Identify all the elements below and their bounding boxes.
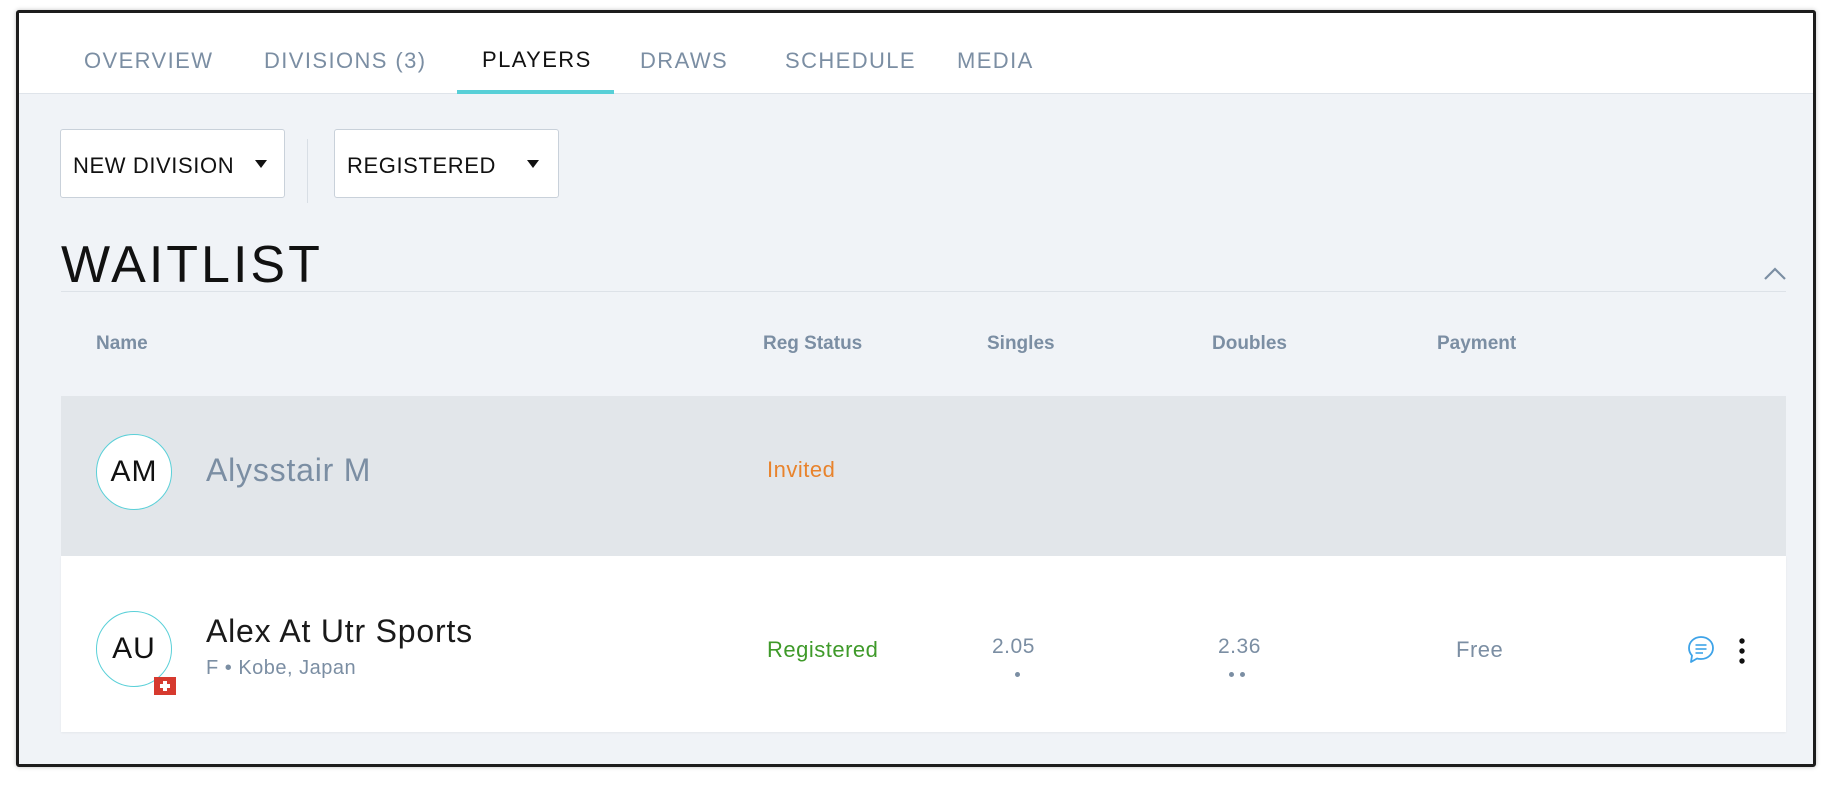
column-header-name[interactable]: Name: [96, 333, 148, 355]
payment-status: Free: [1456, 637, 1504, 662]
status-select-value: REGISTERED: [347, 153, 497, 178]
reg-status: Registered: [767, 637, 879, 662]
column-header-doubles[interactable]: Doubles: [1212, 333, 1287, 355]
tab-draws[interactable]: DRAWS: [640, 48, 728, 74]
tab-players[interactable]: PLAYERS: [482, 47, 592, 73]
player-details: F • Kobe, Japan: [206, 657, 357, 679]
tab-bar: OVERVIEW DIVISIONS (3) PLAYERS DRAWS SCH…: [19, 13, 1813, 94]
active-tab-indicator: [457, 90, 614, 94]
swiss-flag-icon: [154, 677, 176, 695]
reg-status: Invited: [767, 457, 836, 482]
tab-media[interactable]: MEDIA: [957, 48, 1034, 74]
more-options-icon[interactable]: [1737, 638, 1747, 669]
column-header-singles[interactable]: Singles: [987, 333, 1055, 355]
reliability-dot: [1240, 672, 1245, 677]
section-divider: [61, 291, 1786, 292]
avatar: AM: [96, 434, 172, 510]
filter-divider: [307, 139, 308, 203]
column-header-payment[interactable]: Payment: [1437, 333, 1516, 355]
table-row[interactable]: AM Alysstair M Invited: [61, 396, 1786, 556]
column-header-reg-status[interactable]: Reg Status: [763, 333, 862, 355]
caret-down-icon: [527, 160, 539, 168]
section-title: WAITLIST: [61, 236, 323, 294]
chat-icon[interactable]: [1687, 635, 1715, 670]
reliability-dot: [1229, 672, 1234, 677]
division-select-value: NEW DIVISION: [73, 153, 235, 178]
division-select[interactable]: NEW DIVISION: [60, 129, 285, 198]
collapse-chevron-icon[interactable]: [1761, 263, 1789, 285]
player-name[interactable]: Alysstair M: [206, 452, 371, 489]
doubles-rating: 2.36: [1218, 635, 1261, 658]
app-window: OVERVIEW DIVISIONS (3) PLAYERS DRAWS SCH…: [16, 10, 1816, 767]
caret-down-icon: [255, 160, 267, 168]
tab-schedule[interactable]: SCHEDULE: [785, 48, 916, 74]
tab-divisions[interactable]: DIVISIONS (3): [264, 48, 426, 74]
singles-rating: 2.05: [992, 635, 1035, 658]
reliability-dot: [1015, 672, 1020, 677]
avatar: AU: [96, 611, 172, 687]
player-name[interactable]: Alex At Utr Sports: [206, 613, 473, 650]
table-row[interactable]: AU Alex At Utr Sports F • Kobe, Japan Re…: [61, 556, 1786, 732]
status-select[interactable]: REGISTERED: [334, 129, 559, 198]
tab-overview[interactable]: OVERVIEW: [84, 48, 213, 74]
